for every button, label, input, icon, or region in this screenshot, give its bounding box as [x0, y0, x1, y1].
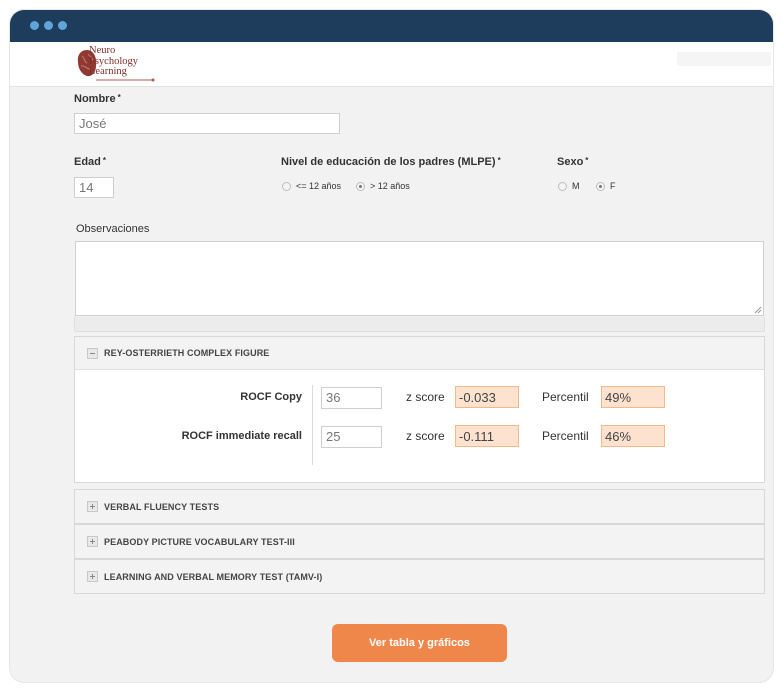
radio-label: > 12 años	[370, 181, 410, 191]
sexo-label: Sexo *	[557, 156, 588, 168]
window-titlebar	[10, 10, 773, 42]
radio-button-selected[interactable]	[356, 181, 365, 191]
logo-line: Neuro	[89, 45, 116, 56]
ver-tabla-button[interactable]: Ver tabla y gráficos	[332, 624, 507, 662]
percentil-value: 46%	[605, 429, 632, 444]
edad-value: 14	[79, 180, 94, 195]
expand-icon[interactable]	[87, 571, 98, 582]
percentil-value: 49%	[605, 390, 632, 405]
edad-label-text: Edad	[74, 156, 101, 168]
panel-title: LEARNING AND VERBAL MEMORY TEST (TAMV-I)	[104, 571, 323, 582]
rocf-copy-zscore: -0.033	[455, 386, 519, 408]
rocf-recall-input[interactable]: 25	[321, 426, 382, 448]
window-dot-icon[interactable]	[58, 21, 67, 30]
panel-tamv-header[interactable]: LEARNING AND VERBAL MEMORY TEST (TAMV-I)	[75, 560, 764, 593]
panel-tamv[interactable]: LEARNING AND VERBAL MEMORY TEST (TAMV-I)	[74, 559, 765, 594]
logo-underline	[96, 78, 155, 82]
observaciones-label: Observaciones	[76, 223, 149, 235]
nombre-input[interactable]: José	[74, 113, 340, 134]
window-dot-icon[interactable]	[44, 21, 53, 30]
edad-input[interactable]: 14	[74, 177, 114, 198]
radio-button[interactable]	[558, 181, 567, 191]
panel-title: VERBAL FLUENCY TESTS	[104, 501, 220, 512]
observaciones-label-text: Observaciones	[76, 223, 150, 235]
mlpe-label-text: Nivel de educación de los padres (MLPE)	[281, 156, 496, 168]
required-mark: *	[102, 156, 107, 165]
sexo-label-text: Sexo	[557, 156, 584, 168]
panel-verbal-fluency[interactable]: VERBAL FLUENCY TESTS	[74, 489, 765, 524]
rocf-recall-label: ROCF immediate recall	[181, 430, 302, 442]
rocf-recall-percentil: 46%	[601, 425, 665, 447]
expand-icon[interactable]	[87, 501, 98, 512]
panel-title: REY-OSTERRIETH COMPLEX FIGURE	[104, 348, 270, 358]
window-dot-icon[interactable]	[30, 21, 39, 30]
section-divider	[74, 317, 765, 332]
zscore-value: -0.111	[459, 429, 494, 444]
sexo-option-f[interactable]: F	[596, 181, 616, 191]
zscore-value: -0.033	[459, 390, 496, 405]
nombre-value: José	[79, 116, 107, 131]
required-mark: *	[117, 93, 121, 102]
rocf-recall-zscore: -0.111	[455, 425, 519, 447]
radio-label: M	[572, 181, 580, 191]
panel-rocf-body: ROCF Copy 36 z score -0.033 Percentil 49…	[75, 370, 764, 482]
radio-button-selected[interactable]	[596, 181, 605, 191]
observaciones-textarea[interactable]	[75, 241, 764, 316]
radio-label: F	[610, 181, 616, 191]
mlpe-option-le12[interactable]: <= 12 años	[282, 181, 341, 191]
collapse-icon[interactable]	[87, 347, 98, 359]
panel-rocf: REY-OSTERRIETH COMPLEX FIGURE ROCF Copy …	[74, 336, 765, 483]
nombre-label-text: Nombre	[74, 93, 116, 105]
z-score-label: z score	[406, 429, 445, 443]
vertical-divider	[312, 385, 313, 465]
app-window: Neuro Psychology Learning Nombre * José E…	[10, 10, 773, 682]
logo[interactable]: Neuro Psychology Learning	[76, 45, 156, 82]
mlpe-option-gt12[interactable]: > 12 años	[356, 181, 410, 191]
rocf-copy-label: ROCF Copy	[240, 391, 302, 403]
expand-icon[interactable]	[87, 536, 98, 547]
z-score-label: z score	[406, 390, 445, 404]
panel-title: PEABODY PICTURE VOCABULARY TEST-III	[104, 536, 295, 547]
site-header: Neuro Psychology Learning	[10, 42, 773, 87]
panel-peabody[interactable]: PEABODY PICTURE VOCABULARY TEST-III	[74, 524, 765, 559]
nombre-label: Nombre *	[74, 93, 121, 105]
rocf-copy-value: 36	[326, 390, 341, 405]
rocf-copy-input[interactable]: 36	[321, 387, 382, 409]
header-search-area[interactable]	[677, 52, 771, 66]
logo-line: Learning	[89, 66, 127, 77]
panel-peabody-header[interactable]: PEABODY PICTURE VOCABULARY TEST-III	[75, 525, 764, 558]
required-mark: *	[585, 156, 589, 165]
resize-handle-icon[interactable]	[754, 306, 762, 314]
percentil-label: Percentil	[542, 429, 589, 443]
panel-verbal-header[interactable]: VERBAL FLUENCY TESTS	[75, 490, 764, 523]
sexo-option-m[interactable]: M	[558, 181, 580, 191]
rocf-recall-value: 25	[326, 429, 341, 444]
edad-label: Edad *	[74, 156, 106, 168]
percentil-label: Percentil	[542, 390, 589, 404]
radio-label: <= 12 años	[296, 181, 342, 191]
logo-text: Neuro Psychology Learning	[89, 45, 138, 78]
panel-rocf-header[interactable]: REY-OSTERRIETH COMPLEX FIGURE	[75, 337, 764, 370]
radio-button[interactable]	[282, 181, 291, 191]
mlpe-label: Nivel de educación de los padres (MLPE) *	[281, 156, 501, 168]
required-mark: *	[497, 156, 501, 165]
rocf-copy-percentil: 49%	[601, 386, 665, 408]
